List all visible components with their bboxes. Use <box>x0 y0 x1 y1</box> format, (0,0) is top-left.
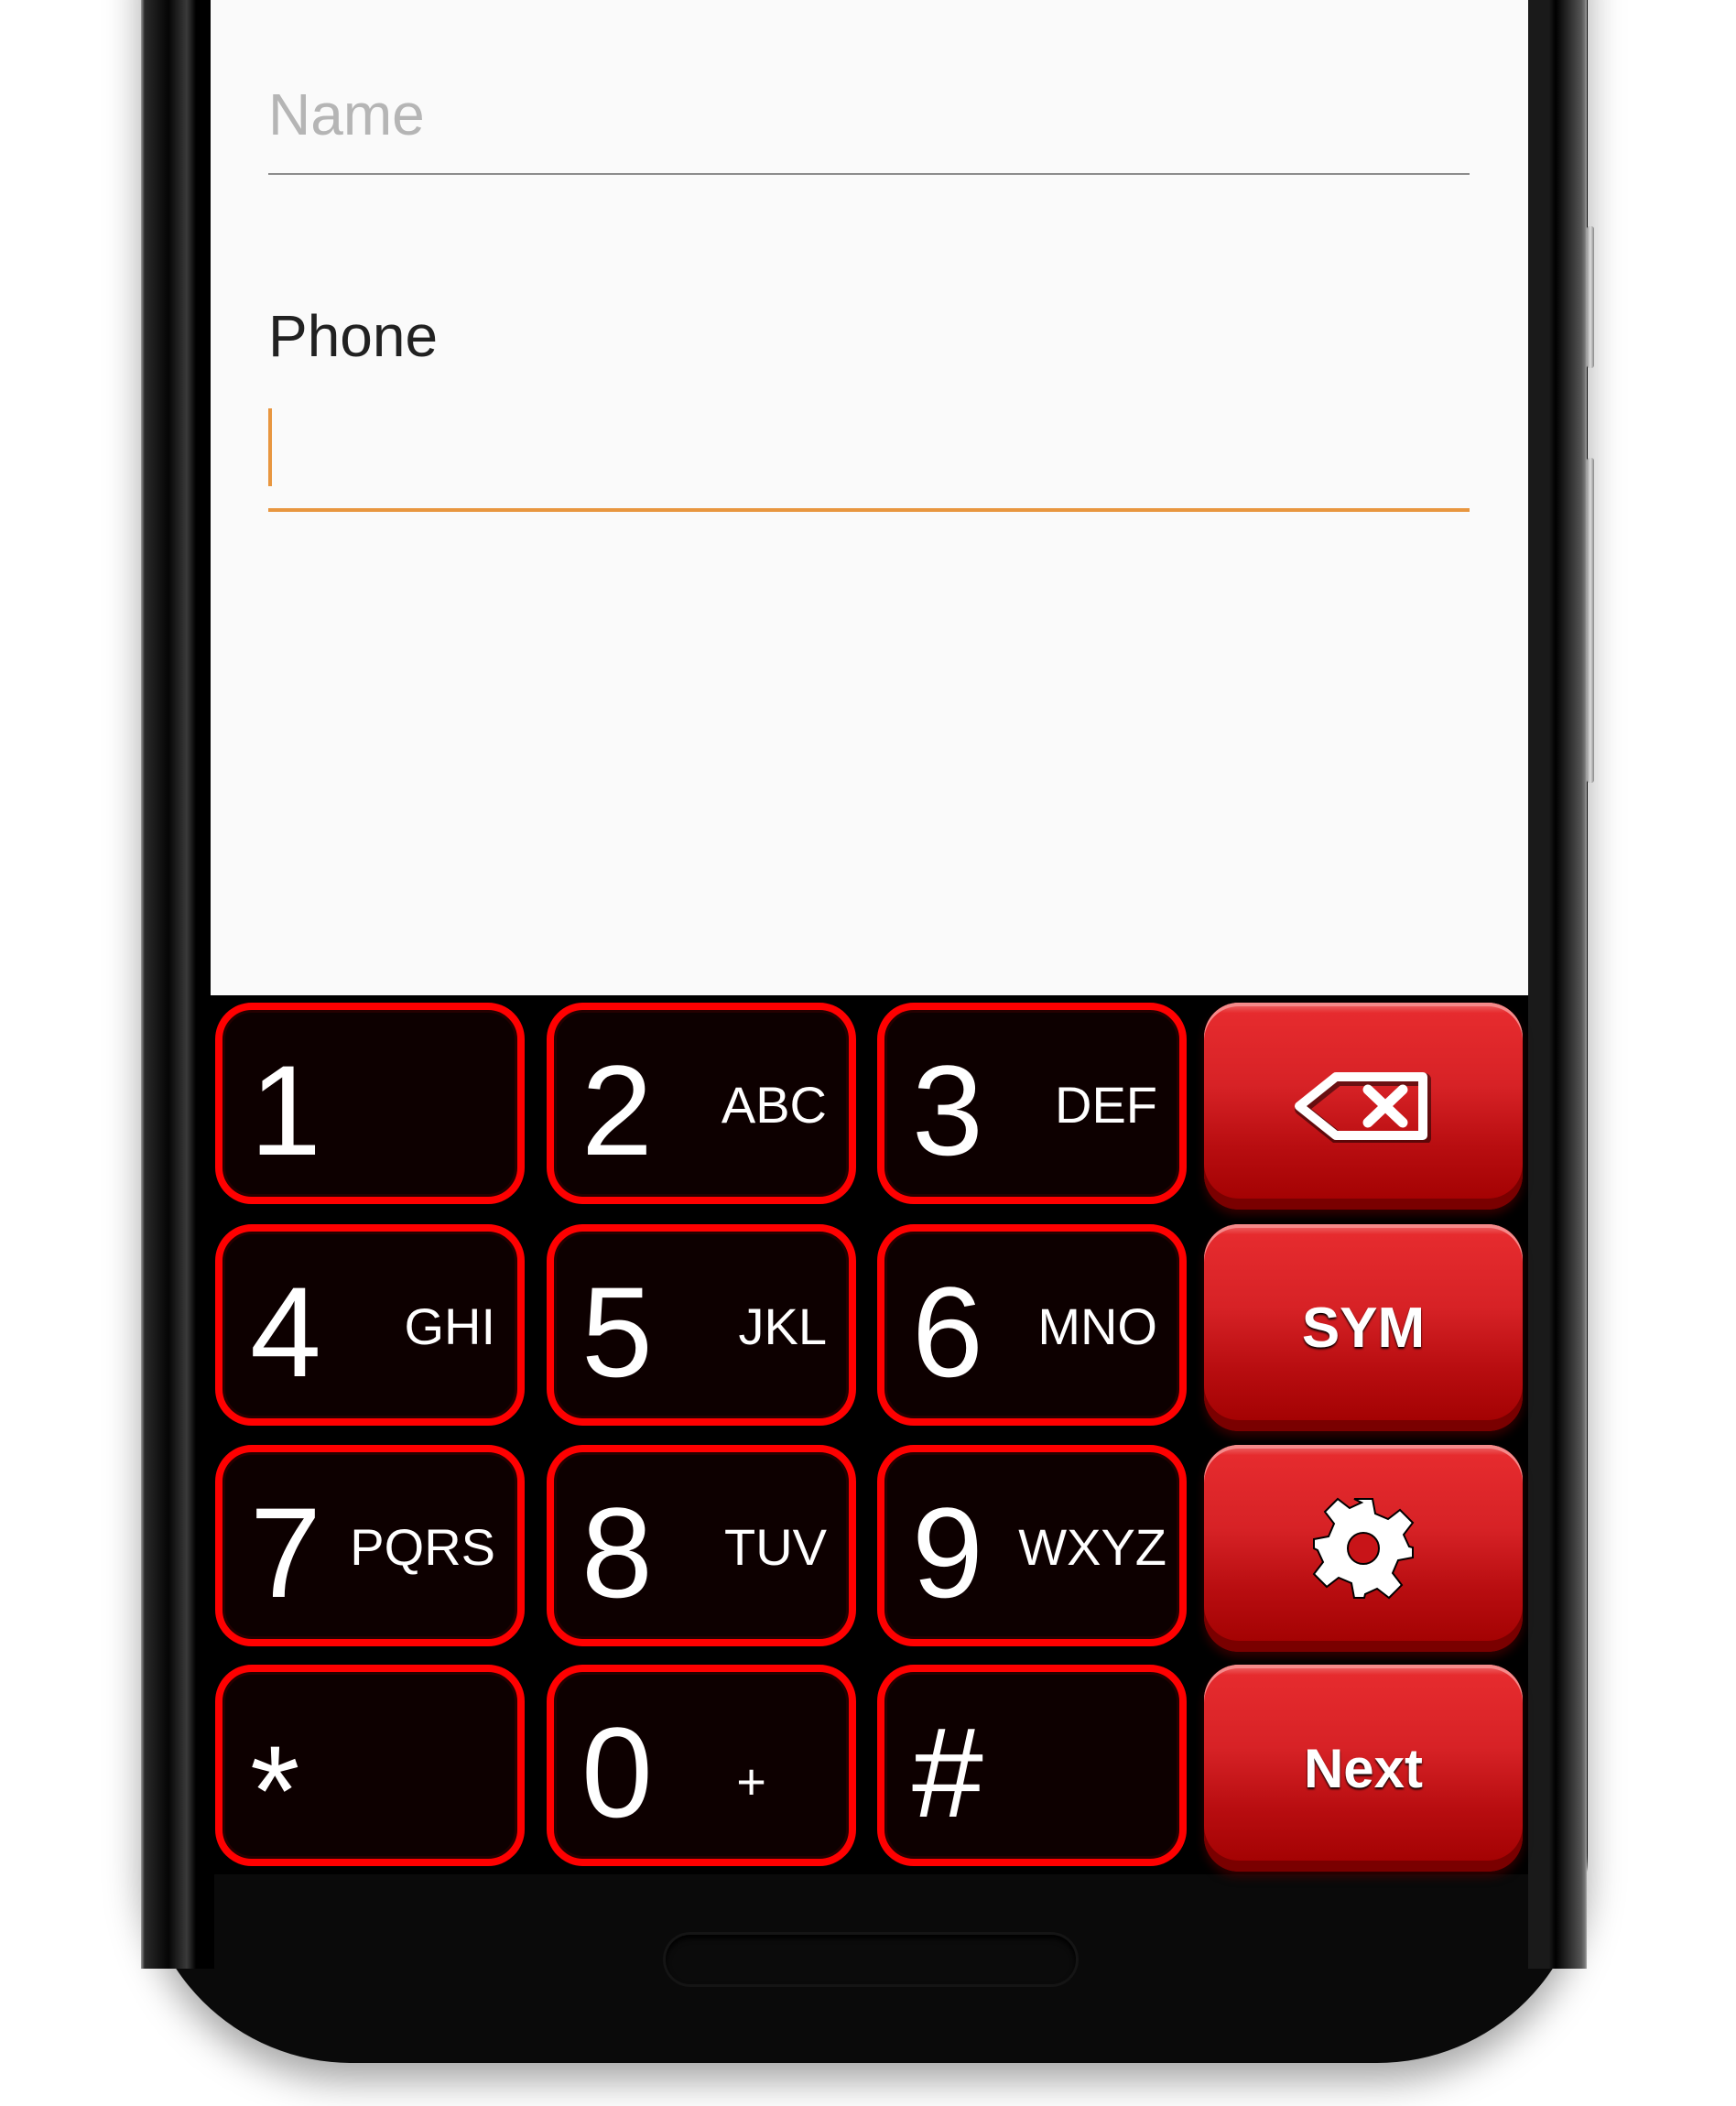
key-star[interactable]: * <box>215 1665 525 1866</box>
sym-label: SYM <box>1301 1296 1426 1360</box>
gear-icon <box>1312 1497 1415 1600</box>
key-6[interactable]: 6 MNO <box>877 1224 1187 1426</box>
key-5[interactable]: 5 JKL <box>547 1224 856 1426</box>
key-letters: WXYZ <box>1018 1518 1166 1576</box>
backspace-icon <box>1295 1072 1431 1143</box>
key-digit: * <box>250 1719 300 1862</box>
key-digit: 6 <box>912 1260 983 1404</box>
speaker-grille <box>666 1935 1076 1984</box>
phone-label: Phone <box>268 303 439 369</box>
key-8[interactable]: 8 TUV <box>547 1445 856 1646</box>
key-3[interactable]: 3 DEF <box>877 1003 1187 1204</box>
text-cursor <box>268 408 272 486</box>
key-1[interactable]: 1 <box>215 1003 525 1204</box>
phone-bezel-left <box>141 0 214 1969</box>
key-4[interactable]: 4 GHI <box>215 1224 525 1426</box>
settings-button[interactable] <box>1204 1445 1523 1652</box>
volume-button <box>1587 458 1594 783</box>
backspace-button[interactable] <box>1204 1003 1523 1210</box>
key-digit: 4 <box>250 1260 321 1404</box>
key-letters: JKL <box>738 1297 828 1355</box>
name-input[interactable]: Name <box>268 81 425 148</box>
key-digit: 7 <box>250 1481 321 1624</box>
key-digit: 9 <box>912 1481 983 1624</box>
phone-underline <box>268 508 1470 512</box>
phone-input[interactable] <box>268 394 1470 513</box>
phone-bezel-right <box>1528 0 1587 1969</box>
key-digit: 8 <box>581 1481 653 1624</box>
power-button <box>1587 226 1594 368</box>
key-digit: 5 <box>581 1260 653 1404</box>
name-placeholder: Name <box>268 81 425 147</box>
key-9[interactable]: 9 WXYZ <box>877 1445 1187 1646</box>
key-7[interactable]: 7 PQRS <box>215 1445 525 1646</box>
name-underline <box>268 173 1470 175</box>
key-digit: 0 <box>581 1700 653 1844</box>
sym-button[interactable]: SYM <box>1204 1224 1523 1431</box>
key-digit: 3 <box>912 1038 983 1182</box>
key-letters: TUV <box>724 1518 827 1576</box>
key-letters: ABC <box>721 1076 827 1134</box>
key-letters: MNO <box>1037 1297 1157 1355</box>
key-letters: + <box>736 1753 766 1810</box>
key-2[interactable]: 2 ABC <box>547 1003 856 1204</box>
key-hash[interactable]: # <box>877 1665 1187 1866</box>
key-digit: 2 <box>581 1038 653 1182</box>
app-screen: Name Phone <box>211 0 1528 995</box>
key-letters: GHI <box>404 1297 495 1355</box>
keypad: 1 2 ABC 3 DEF 4 GHI 5 JKL 6 MNO SYM 7 PQ… <box>211 995 1528 1874</box>
next-label: Next <box>1303 1737 1424 1799</box>
next-button[interactable]: Next <box>1204 1665 1523 1872</box>
key-letters: DEF <box>1055 1076 1157 1134</box>
key-digit: # <box>912 1700 983 1844</box>
key-digit: 1 <box>250 1038 321 1182</box>
key-0[interactable]: 0 + <box>547 1665 856 1866</box>
key-letters: PQRS <box>350 1518 495 1576</box>
